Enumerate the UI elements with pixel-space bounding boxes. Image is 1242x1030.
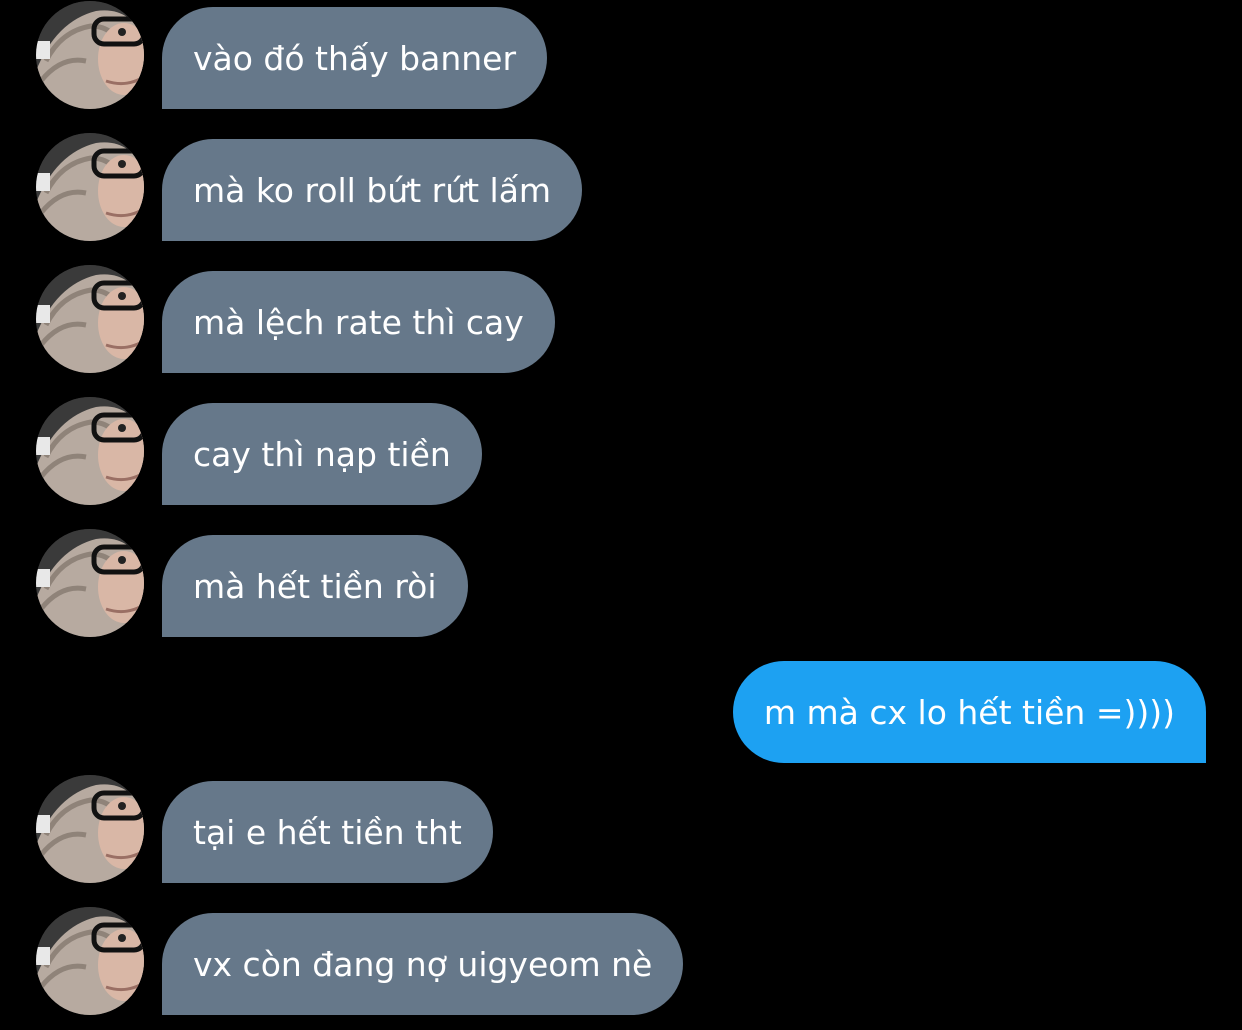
sender-avatar[interactable] [36, 529, 144, 637]
avatar-photo-icon [36, 1, 144, 109]
outgoing-message-bubble[interactable]: m mà cx lo hết tiền =)))) [732, 661, 1206, 763]
message-text: mà hết tiền ròi [193, 566, 437, 606]
incoming-message-bubble[interactable]: mà lệch rate thì cay [162, 271, 555, 373]
message-row-incoming: vx còn đang nợ uigyeom nè [0, 907, 1242, 1015]
message-text: vào đó thấy banner [193, 38, 517, 78]
sender-avatar[interactable] [36, 907, 144, 1015]
avatar-photo-icon [36, 133, 144, 241]
incoming-message-bubble[interactable]: tại e hết tiền tht [162, 781, 493, 883]
incoming-message-bubble[interactable]: cay thì nạp tiền [162, 403, 482, 505]
message-row-incoming: vào đó thấy banner [0, 1, 1242, 109]
message-text: mà lệch rate thì cay [193, 302, 524, 342]
sender-avatar[interactable] [36, 1, 144, 109]
message-row-incoming: mà hết tiền ròi [0, 529, 1242, 637]
incoming-message-bubble[interactable]: vào đó thấy banner [162, 7, 548, 109]
message-thread: vào đó thấy banner mà ko roll bứt rứt lấ… [0, 0, 1242, 1030]
avatar-photo-icon [36, 775, 144, 883]
incoming-message-bubble[interactable]: vx còn đang nợ uigyeom nè [162, 913, 684, 1015]
sender-avatar[interactable] [36, 775, 144, 883]
incoming-message-bubble[interactable]: mà hết tiền ròi [162, 535, 468, 637]
message-row-incoming: mà ko roll bứt rứt lấm [0, 133, 1242, 241]
sender-avatar[interactable] [36, 397, 144, 505]
avatar-photo-icon [36, 265, 144, 373]
message-text: m mà cx lo hết tiền =)))) [763, 692, 1175, 732]
message-text: vx còn đang nợ uigyeom nè [193, 944, 653, 984]
message-text: cay thì nạp tiền [193, 434, 451, 474]
sender-avatar[interactable] [36, 133, 144, 241]
avatar-photo-icon [36, 529, 144, 637]
message-row-incoming: mà lệch rate thì cay [0, 265, 1242, 373]
message-text: tại e hết tiền tht [193, 812, 462, 852]
sender-avatar[interactable] [36, 265, 144, 373]
message-text: mà ko roll bứt rứt lấm [193, 170, 552, 210]
message-row-incoming: tại e hết tiền tht [0, 775, 1242, 883]
avatar-photo-icon [36, 397, 144, 505]
message-row-incoming: cay thì nạp tiền [0, 397, 1242, 505]
message-row-outgoing: m mà cx lo hết tiền =)))) [0, 661, 1242, 763]
incoming-message-bubble[interactable]: mà ko roll bứt rứt lấm [162, 139, 583, 241]
avatar-photo-icon [36, 907, 144, 1015]
